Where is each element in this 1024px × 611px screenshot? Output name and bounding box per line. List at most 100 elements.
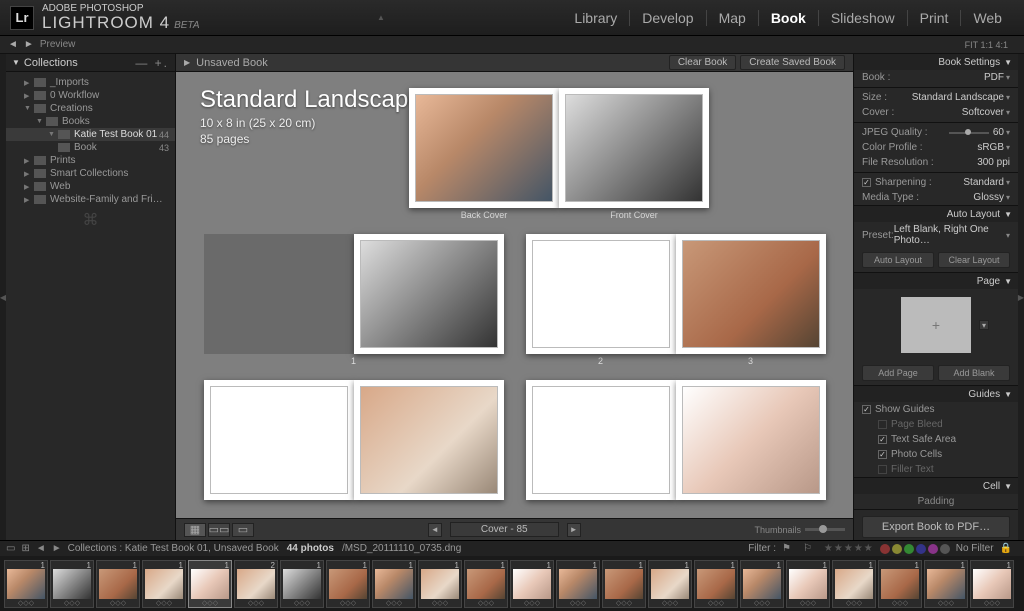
tree-item[interactable]: ▶_Imports <box>6 76 175 89</box>
filmstrip-thumb[interactable]: 1◇◇◇ <box>372 560 416 608</box>
tree-item[interactable]: Book43 <box>6 141 175 154</box>
media-select[interactable]: Glossy <box>973 192 1004 203</box>
sharp-select[interactable]: Standard <box>963 177 1004 188</box>
filmstrip-thumb[interactable]: 1◇◇◇ <box>924 560 968 608</box>
filmstrip-thumb[interactable]: 1◇◇◇ <box>4 560 48 608</box>
filmstrip-thumb[interactable]: 1◇◇◇ <box>418 560 462 608</box>
cover-select[interactable]: Softcover <box>962 107 1004 118</box>
filmstrip-thumb[interactable]: 1◇◇◇ <box>786 560 830 608</box>
cell-header[interactable]: Cell▼ <box>854 478 1018 494</box>
module-print[interactable]: Print <box>908 10 962 26</box>
add-blank-button[interactable]: Add Blank <box>938 365 1010 381</box>
filmstrip-thumb[interactable]: 1◇◇◇ <box>50 560 94 608</box>
filmstrip-thumb[interactable]: 1◇◇◇ <box>280 560 324 608</box>
zoom-fit[interactable]: FIT 1:1 4:1 <box>965 40 1008 50</box>
bleed-check[interactable] <box>878 420 887 429</box>
second-window-icon[interactable]: ▭ <box>6 543 15 554</box>
filter-lock-icon[interactable]: 🔒 <box>1000 543 1012 554</box>
spread-view-button[interactable]: ▭▭ <box>208 523 230 537</box>
grid-icon[interactable]: ⊞ <box>21 543 29 554</box>
sharp-check[interactable]: ✓ <box>862 178 871 187</box>
thumb-size-slider[interactable] <box>805 528 845 531</box>
multi-page-view-button[interactable]: ▦ <box>184 523 206 537</box>
filmstrip-thumb[interactable]: 1◇◇◇ <box>556 560 600 608</box>
filmstrip-thumb[interactable]: 1◇◇◇ <box>464 560 508 608</box>
module-map[interactable]: Map <box>707 10 759 26</box>
module-slideshow[interactable]: Slideshow <box>819 10 908 26</box>
tree-item[interactable]: ▼Katie Test Book 0144 <box>6 128 175 141</box>
filmstrip-thumb[interactable]: 1◇◇◇ <box>326 560 370 608</box>
filmstrip-thumb[interactable]: 1◇◇◇ <box>510 560 554 608</box>
textsafe-check[interactable]: ✓ <box>878 435 887 444</box>
book-settings-header[interactable]: Book Settings▼ <box>854 54 1018 70</box>
filmstrip-thumb[interactable]: 1◇◇◇ <box>96 560 140 608</box>
filmstrip-thumb[interactable]: 1◇◇◇ <box>878 560 922 608</box>
flag-rejected-icon[interactable]: ⚐ <box>803 543 812 554</box>
create-saved-book-button[interactable]: Create Saved Book <box>740 55 845 70</box>
module-develop[interactable]: Develop <box>630 10 706 26</box>
tri-right-icon[interactable]: ▶ <box>184 58 190 67</box>
book-type-select[interactable]: PDF <box>984 72 1004 83</box>
show-guides-check[interactable]: ✓ <box>862 405 871 414</box>
filmstrip-thumb[interactable]: 1◇◇◇ <box>970 560 1014 608</box>
page-4[interactable] <box>204 380 354 500</box>
nav-back-icon[interactable]: ◄ <box>36 543 46 554</box>
tree-item[interactable]: ▶Website-Family and Fri… <box>6 193 175 206</box>
page-next-button[interactable]: ► <box>567 523 581 537</box>
single-view-button[interactable]: ▭ <box>232 523 254 537</box>
filmstrip-thumb[interactable]: 1◇◇◇ <box>740 560 784 608</box>
tree-item[interactable]: ▶Smart Collections <box>6 167 175 180</box>
filmstrip-thumb[interactable]: 1◇◇◇ <box>142 560 186 608</box>
guides-header[interactable]: Guides▼ <box>854 386 1018 402</box>
module-web[interactable]: Web <box>961 10 1014 26</box>
profile-select[interactable]: sRGB <box>977 142 1004 153</box>
preview-label[interactable]: Preview <box>40 39 76 50</box>
tree-item[interactable]: ▼Books <box>6 115 175 128</box>
preset-select[interactable]: Left Blank, Right One Photo… <box>894 224 1004 246</box>
clear-book-button[interactable]: Clear Book <box>669 55 736 70</box>
template-menu-button[interactable]: ▾ <box>979 320 989 330</box>
filmstrip-thumb[interactable]: 1◇◇◇ <box>648 560 692 608</box>
res-value[interactable]: 300 ppi <box>977 157 1010 168</box>
page-indicator[interactable]: Cover - 85 <box>450 522 559 537</box>
color-filter[interactable] <box>880 544 950 554</box>
book-canvas[interactable]: Standard Landscape 10 x 8 in (25 x 20 cm… <box>176 72 853 518</box>
nav-fwd-icon[interactable]: ► <box>24 39 34 50</box>
clear-layout-button[interactable]: Clear Layout <box>938 252 1010 268</box>
filter-preset[interactable]: No Filter <box>956 543 994 554</box>
collections-controls[interactable]: — +. <box>135 56 169 70</box>
page-blank[interactable] <box>204 234 354 354</box>
jpeg-slider[interactable] <box>949 132 989 134</box>
cells-check[interactable]: ✓ <box>878 450 887 459</box>
filmstrip-thumb[interactable]: 1◇◇◇ <box>602 560 646 608</box>
auto-layout-header[interactable]: Auto Layout▼ <box>854 206 1018 222</box>
filmstrip-thumb[interactable]: 1◇◇◇ <box>188 560 232 608</box>
page-3[interactable] <box>676 234 826 354</box>
export-pdf-button[interactable]: Export Book to PDF… <box>862 516 1010 538</box>
filmstrip-thumb[interactable]: 1◇◇◇ <box>694 560 738 608</box>
tree-item[interactable]: ▶Web <box>6 180 175 193</box>
nav-back-icon[interactable]: ◄ <box>8 39 18 50</box>
page-5[interactable] <box>354 380 504 500</box>
back-cover-page[interactable] <box>409 88 559 208</box>
page-7[interactable] <box>676 380 826 500</box>
collapse-top-icon[interactable]: ▲ <box>377 13 385 22</box>
filmstrip[interactable]: 1◇◇◇1◇◇◇1◇◇◇1◇◇◇1◇◇◇2◇◇◇1◇◇◇1◇◇◇1◇◇◇1◇◇◇… <box>0 556 1024 611</box>
jpeg-value[interactable]: 60 <box>993 127 1004 138</box>
flag-picked-icon[interactable]: ⚑ <box>782 543 791 554</box>
page-2[interactable] <box>526 234 676 354</box>
auto-layout-button[interactable]: Auto Layout <box>862 252 934 268</box>
page-6[interactable] <box>526 380 676 500</box>
filmstrip-path[interactable]: Collections : Katie Test Book 01, Unsave… <box>68 543 279 554</box>
nav-fwd-icon[interactable]: ► <box>52 543 62 554</box>
module-library[interactable]: Library <box>562 10 630 26</box>
page-header[interactable]: Page▼ <box>854 273 1018 289</box>
collections-header[interactable]: ▼ Collections — +. <box>6 54 175 72</box>
tree-item[interactable]: ▶0 Workflow <box>6 89 175 102</box>
size-select[interactable]: Standard Landscape <box>912 92 1004 103</box>
page-prev-button[interactable]: ◄ <box>428 523 442 537</box>
module-book[interactable]: Book <box>759 10 819 26</box>
filmstrip-thumb[interactable]: 1◇◇◇ <box>832 560 876 608</box>
right-handle[interactable]: ▶ <box>1018 54 1024 540</box>
tree-item[interactable]: ▶Prints <box>6 154 175 167</box>
